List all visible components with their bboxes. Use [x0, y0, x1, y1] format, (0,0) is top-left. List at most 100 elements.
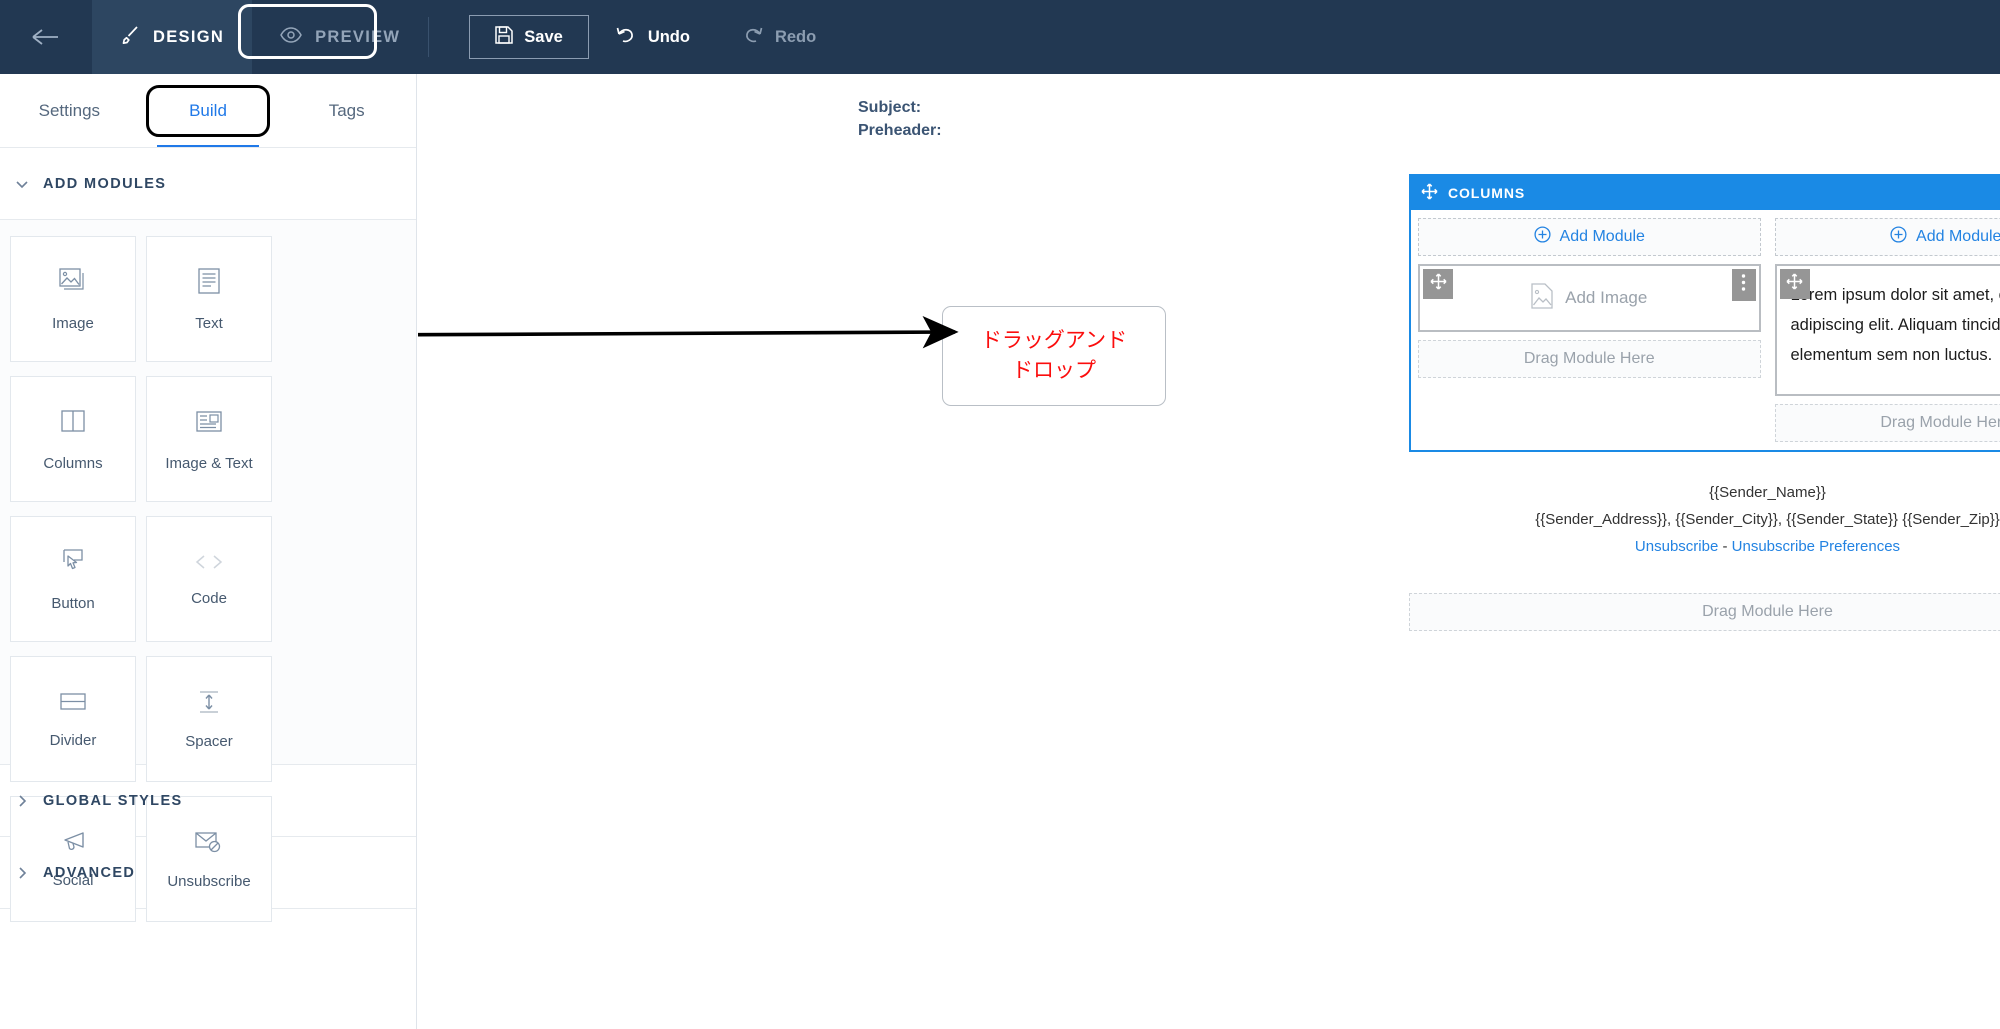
drop-zone-label: Drag Module Here: [1523, 350, 1655, 367]
module-tile-unsubscribe[interactable]: Unsubscribe: [146, 796, 272, 922]
redo-label: Redo: [774, 27, 817, 46]
megaphone-icon: [57, 830, 89, 854]
module-tile-text[interactable]: Text: [146, 236, 272, 362]
toolbar-divider: [428, 17, 430, 57]
preview-mode-wrapper: PREVIEW: [238, 0, 428, 74]
subject-preheader-block: Subject: Preheader:: [858, 96, 942, 142]
section-label-global-styles: GLOBAL STYLES: [43, 792, 183, 809]
chevron-right-icon: [15, 866, 29, 880]
redo-arrow-icon: [742, 25, 764, 50]
image-module[interactable]: Add Image: [1418, 264, 1761, 332]
tab-settings[interactable]: Settings: [0, 74, 139, 148]
module-palette: Image Text Columns Image & Text Button C…: [0, 220, 416, 922]
email-builder-app: DESIGN PREVIEW Save Undo Redo Settings B…: [0, 0, 2000, 1029]
footer-link-separator: -: [1718, 538, 1732, 555]
drop-zone-right[interactable]: Drag Module Here: [1774, 404, 2000, 442]
module-tile-label: Columns: [43, 454, 103, 472]
image-stack-icon: [58, 267, 88, 297]
module-tile-label: Button: [51, 594, 95, 612]
drop-zone-label: Drag Module Here: [1880, 414, 2000, 431]
tab-settings-label: Settings: [38, 101, 101, 120]
module-tile-button[interactable]: Button: [10, 516, 136, 642]
add-image-placeholder[interactable]: Add Image: [1420, 266, 1759, 330]
tab-build[interactable]: Build: [139, 74, 278, 148]
module-tile-code[interactable]: Code: [146, 516, 272, 642]
columns-module-header: COLUMNS: [1411, 176, 2000, 210]
bottom-drop-zone-label: Drag Module Here: [1702, 603, 1833, 620]
module-tile-label: Image: [52, 314, 94, 332]
columns-body: Add Module Add Image Drag Module Here Ad…: [1411, 210, 2000, 450]
preview-mode-label: PREVIEW: [315, 27, 401, 46]
module-tile-columns[interactable]: Columns: [10, 376, 136, 502]
annotation-line-1: ドラッグアンド: [980, 329, 1128, 352]
preheader-label: Preheader:: [858, 122, 942, 139]
text-module[interactable]: Lorem ipsum dolor sit amet, consectetur …: [1774, 264, 2000, 396]
move-cross-icon: [1786, 273, 1803, 295]
envelope-block-icon: [193, 829, 225, 855]
sender-name: {{Sender_Name}}: [1709, 484, 1826, 501]
save-label: Save: [524, 27, 563, 46]
tab-tags-label: Tags: [328, 101, 365, 120]
module-tile-label: Image & Text: [165, 454, 253, 472]
design-mode-button[interactable]: DESIGN: [92, 0, 253, 74]
redo-button[interactable]: Redo: [716, 0, 842, 74]
plus-circle-icon: [1533, 226, 1551, 248]
image-module-options-button[interactable]: [1731, 269, 1756, 301]
text-lines-icon: [194, 267, 224, 297]
text-module-content[interactable]: Lorem ipsum dolor sit amet, consectetur …: [1777, 266, 2000, 394]
design-mode-label: DESIGN: [153, 27, 225, 46]
eye-icon: [280, 26, 302, 48]
kebab-menu-icon: [1741, 273, 1746, 297]
module-tile-label: Spacer: [185, 732, 233, 750]
save-button[interactable]: Save: [469, 15, 589, 59]
section-header-add-modules[interactable]: ADD MODULES: [0, 148, 416, 220]
sidebar-tabs: Settings Build Tags: [0, 74, 416, 148]
module-tile-image-and-text[interactable]: Image & Text: [146, 376, 272, 502]
undo-button[interactable]: Undo: [589, 0, 716, 74]
email-canvas: Subject: Preheader: ドラッグアンド ドロップ COLUMNS…: [418, 74, 2000, 1029]
unsubscribe-preferences-link[interactable]: Unsubscribe Preferences: [1732, 538, 1900, 555]
tab-tags[interactable]: Tags: [277, 74, 416, 148]
add-module-label: Add Module: [1916, 228, 2000, 245]
subject-label: Subject:: [858, 99, 922, 116]
undo-arrow-icon: [615, 25, 637, 50]
back-button[interactable]: [0, 0, 92, 74]
section-label-add-modules: ADD MODULES: [43, 175, 167, 192]
unsubscribe-link[interactable]: Unsubscribe: [1635, 538, 1718, 555]
module-tile-spacer[interactable]: Spacer: [146, 656, 272, 782]
image-module-drag-handle[interactable]: [1423, 269, 1453, 299]
sender-address: {{Sender_Address}}, {{Sender_City}}, {{S…: [1535, 511, 2000, 528]
module-tile-label: Divider: [49, 731, 97, 749]
add-module-button-left[interactable]: Add Module: [1418, 218, 1761, 256]
left-sidebar: Settings Build Tags ADD MODULES Image Te…: [0, 74, 417, 1029]
preview-mode-button[interactable]: PREVIEW: [252, 26, 428, 48]
annotation-line-2: ドロップ: [1012, 359, 1096, 382]
plus-circle-icon: [1890, 226, 1907, 248]
text-module-drag-handle[interactable]: [1779, 269, 1810, 299]
angle-brackets-icon: [192, 552, 226, 572]
move-cross-icon[interactable]: [1421, 183, 1438, 203]
undo-label: Undo: [647, 27, 690, 46]
image-placeholder-icon: [1531, 282, 1553, 314]
module-tile-label: Unsubscribe: [167, 872, 251, 890]
pointer-button-icon: [58, 547, 88, 577]
module-tile-social[interactable]: Social: [10, 796, 136, 922]
module-tile-image[interactable]: Image: [10, 236, 136, 362]
drag-and-drop-annotation: ドラッグアンド ドロップ: [942, 306, 1166, 406]
module-tile-label: Code: [191, 589, 227, 607]
add-image-label: Add Image: [1565, 288, 1648, 307]
bottom-drop-zone[interactable]: Drag Module Here: [1409, 593, 2000, 631]
columns-module[interactable]: COLUMNS Add Module Add Image Drag Module…: [1409, 174, 2000, 452]
email-footer: {{Sender_Name}} {{Sender_Address}}, {{Se…: [1409, 479, 2000, 560]
drop-zone-left[interactable]: Drag Module Here: [1418, 340, 1761, 378]
arrow-left-icon: [31, 27, 61, 47]
divider-icon: [58, 690, 88, 714]
chevron-right-icon: [15, 794, 29, 808]
image-text-icon: [194, 407, 224, 437]
module-tile-divider[interactable]: Divider: [10, 656, 136, 782]
add-module-button-right[interactable]: Add Module: [1774, 218, 2000, 256]
brush-icon: [120, 25, 140, 50]
tab-build-label: Build: [189, 101, 227, 120]
two-columns-icon: [58, 407, 88, 437]
module-tile-label: Text: [195, 314, 223, 332]
